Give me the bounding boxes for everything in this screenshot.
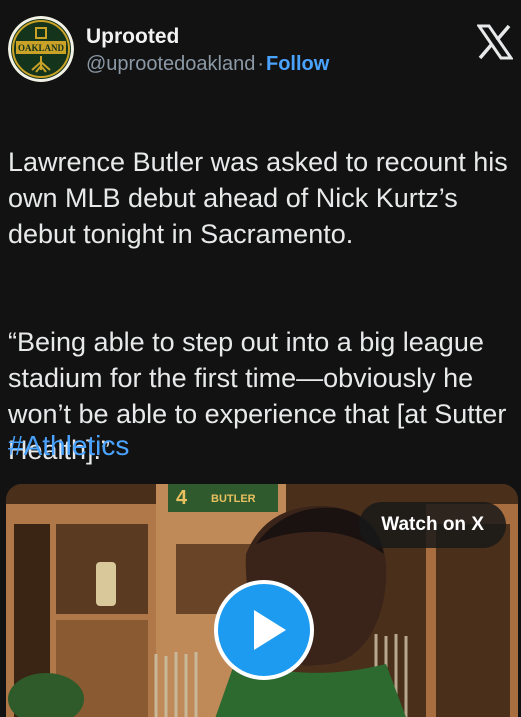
tweet-paragraph-1: Lawrence Butler was asked to recount his… [8,147,508,249]
tweet-header: OAKLAND Uprooted @uprootedoakland · Follow [8,16,513,96]
play-button[interactable] [214,580,314,680]
author-info: Uprooted @uprootedoakland · Follow [86,24,329,78]
avatar[interactable]: OAKLAND [8,16,74,82]
x-logo-icon[interactable] [477,24,513,60]
jersey-number: 4 [176,487,188,509]
avatar-text: OAKLAND [18,43,65,53]
play-icon [254,610,286,650]
author-meta: @uprootedoakland · Follow [86,50,329,78]
hashtag-link[interactable]: #Athletics [8,428,129,464]
author-name[interactable]: Uprooted [86,24,329,50]
author-handle[interactable]: @uprootedoakland [86,53,255,75]
follow-button[interactable]: Follow [266,53,329,75]
nameplate: BUTLER [211,493,256,505]
watch-on-x-button[interactable]: Watch on X [359,502,506,548]
video-thumbnail[interactable]: 4 BUTLER Watch on X [6,484,518,717]
embedded-tweet-card: OAKLAND Uprooted @uprootedoakland · Follow… [0,0,521,717]
separator-dot: · [257,53,264,75]
